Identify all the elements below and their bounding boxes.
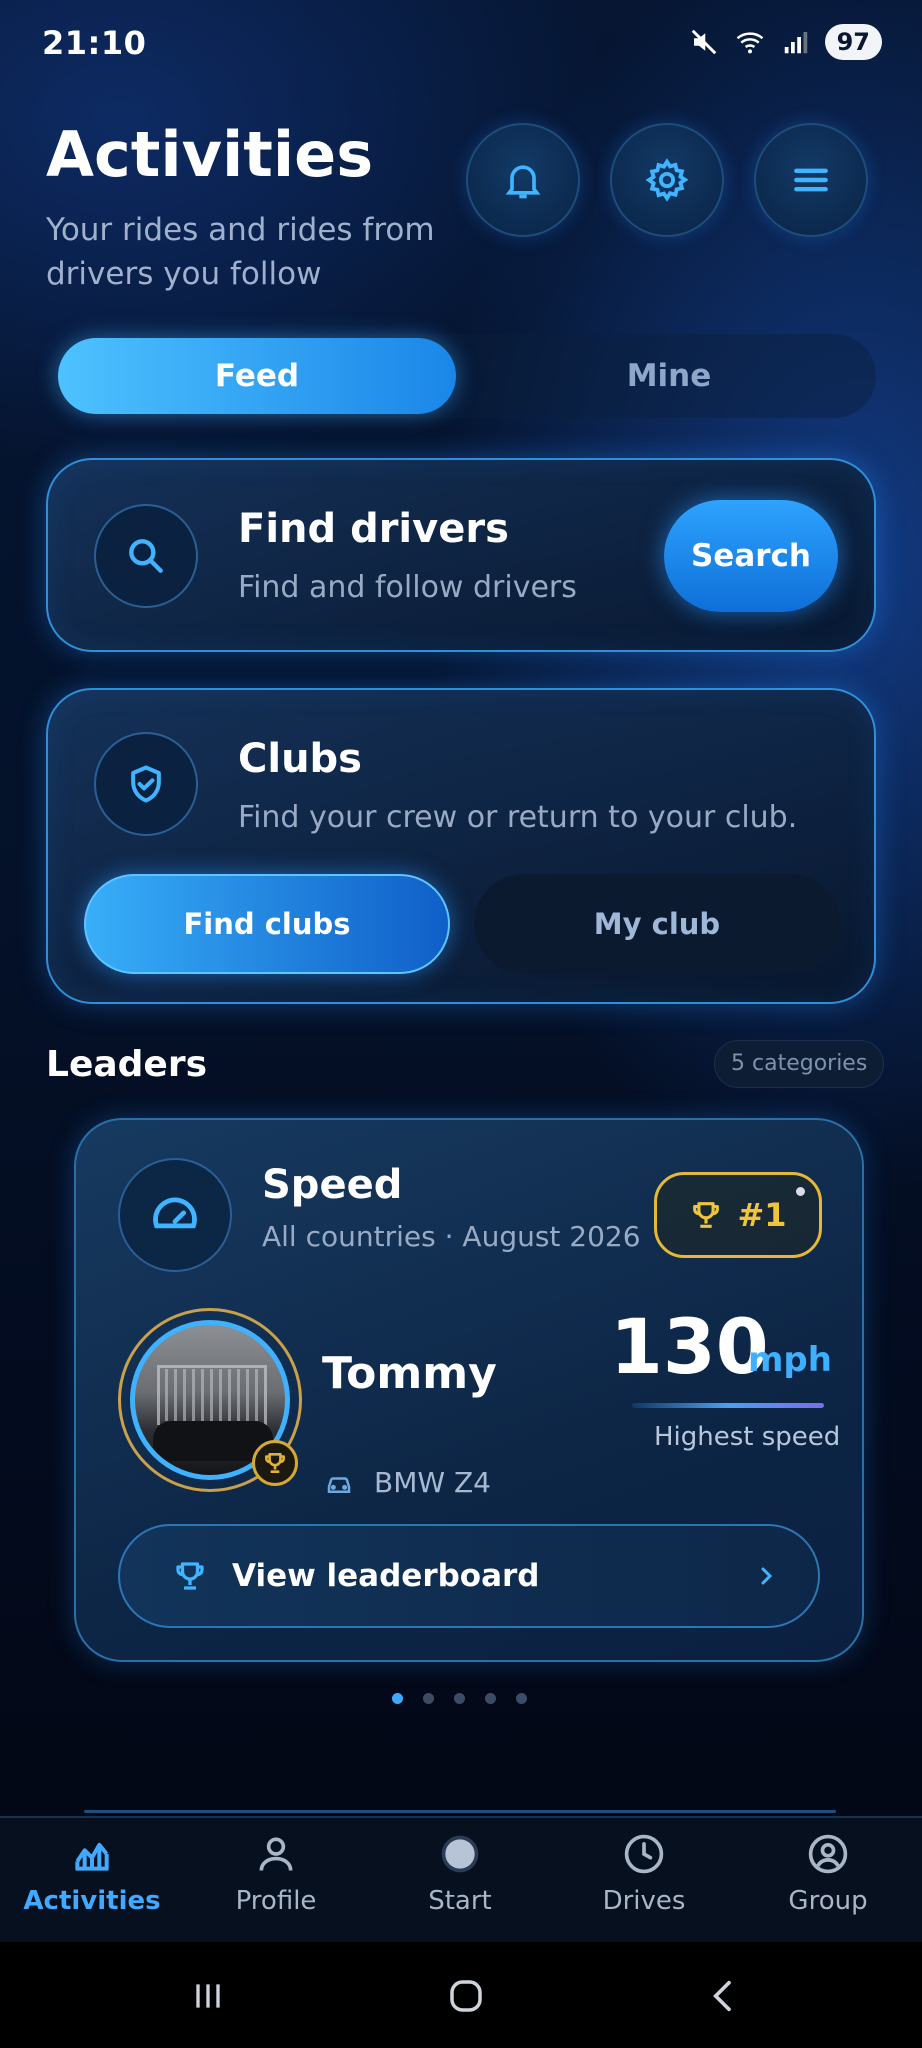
clubs-title: Clubs: [238, 736, 362, 782]
record-dot-icon: [441, 1835, 479, 1873]
menu-button[interactable]: [754, 123, 868, 237]
speed-value: 130: [610, 1302, 769, 1391]
speed-bar: [632, 1403, 824, 1408]
find-clubs-button[interactable]: Find clubs: [84, 874, 450, 974]
view-leaderboard-label: View leaderboard: [232, 1558, 540, 1594]
trophy-icon: [265, 1453, 285, 1473]
driver-car: BMW Z4: [322, 1466, 491, 1499]
speed-metric-label: Highest speed: [654, 1422, 841, 1452]
clock-icon: [624, 1834, 664, 1874]
rank-badge: #1: [654, 1172, 822, 1258]
speedometer-icon: [153, 1197, 197, 1229]
page-subtitle: Your rides and rides from drivers you fo…: [46, 212, 435, 292]
bell-icon: [505, 165, 541, 199]
chevron-right-icon: [761, 1567, 773, 1585]
nav-item-group[interactable]: Group: [736, 1832, 920, 1938]
driver-name: Tommy: [322, 1348, 497, 1399]
carousel-dot[interactable]: [516, 1693, 527, 1704]
chart-icon: [75, 1842, 109, 1871]
find-drivers-icon-wrap: [94, 504, 198, 608]
categories-badge: 5 categories: [714, 1040, 885, 1088]
clubs-subtitle: Find your crew or return to your club.: [238, 800, 798, 835]
search-icon: [129, 539, 163, 573]
trophy-icon: [693, 1202, 720, 1228]
nav-label: Group: [788, 1886, 868, 1916]
find-drivers-subtitle: Find and follow drivers: [238, 570, 577, 605]
trophy-icon: [176, 1562, 204, 1590]
nav-label: Drives: [602, 1886, 686, 1916]
nav-item-profile[interactable]: Profile: [184, 1832, 368, 1938]
back-icon: [713, 1980, 731, 2012]
carousel-dot[interactable]: [454, 1693, 465, 1704]
nav-item-start[interactable]: Start: [368, 1832, 552, 1938]
carousel-dot[interactable]: [423, 1693, 434, 1704]
car-icon: [327, 1476, 351, 1493]
tab-mine[interactable]: Mine: [470, 338, 868, 414]
signal-icon: [784, 32, 807, 54]
search-button[interactable]: Search: [664, 500, 838, 612]
nav-divider: [84, 1810, 836, 1813]
my-club-button[interactable]: My club: [474, 874, 840, 974]
notifications-button[interactable]: [466, 123, 580, 237]
mute-icon: [691, 29, 716, 55]
recent-apps-button[interactable]: [158, 1966, 258, 2026]
speed-unit: mph: [748, 1340, 832, 1380]
status-icons: 97: [689, 24, 882, 60]
leader-category: Speed: [262, 1162, 403, 1208]
person-icon: [259, 1837, 293, 1871]
group-icon: [808, 1834, 848, 1874]
view-leaderboard-button[interactable]: View leaderboard: [118, 1524, 820, 1628]
leader-scope: All countries · August 2026: [262, 1220, 641, 1253]
nav-item-drives[interactable]: Drives: [552, 1832, 736, 1938]
speed-icon-wrap: [118, 1158, 232, 1272]
rank-value: #1: [737, 1196, 787, 1234]
menu-icon: [794, 168, 828, 192]
nav-label: Start: [428, 1886, 492, 1916]
page-title: Activities: [46, 118, 374, 191]
clubs-icon-wrap: [94, 732, 198, 836]
car-model: BMW Z4: [374, 1466, 491, 1499]
battery-level: 97: [824, 24, 882, 60]
shield-check-icon: [131, 765, 161, 803]
settings-button[interactable]: [610, 123, 724, 237]
nav-label: Activities: [23, 1886, 161, 1916]
back-button[interactable]: [674, 1966, 774, 2026]
rank-dot: [796, 1187, 805, 1196]
carousel-dot[interactable]: [392, 1693, 403, 1704]
carousel-dot[interactable]: [485, 1693, 496, 1704]
home-icon: [450, 1980, 482, 2012]
leaders-heading: Leaders: [46, 1044, 208, 1085]
carousel-dots: [392, 1693, 527, 1704]
recent-apps-icon: [196, 1984, 220, 2008]
nav-item-activities[interactable]: Activities: [0, 1832, 184, 1938]
avatar-trophy-badge: [252, 1440, 298, 1486]
tab-feed[interactable]: Feed: [58, 338, 456, 414]
home-button[interactable]: [416, 1966, 516, 2026]
find-drivers-title: Find drivers: [238, 506, 509, 552]
gear-icon: [645, 158, 689, 202]
nav-label: Profile: [235, 1886, 317, 1916]
wifi-icon: [736, 32, 763, 54]
status-time: 21:10: [42, 24, 147, 62]
